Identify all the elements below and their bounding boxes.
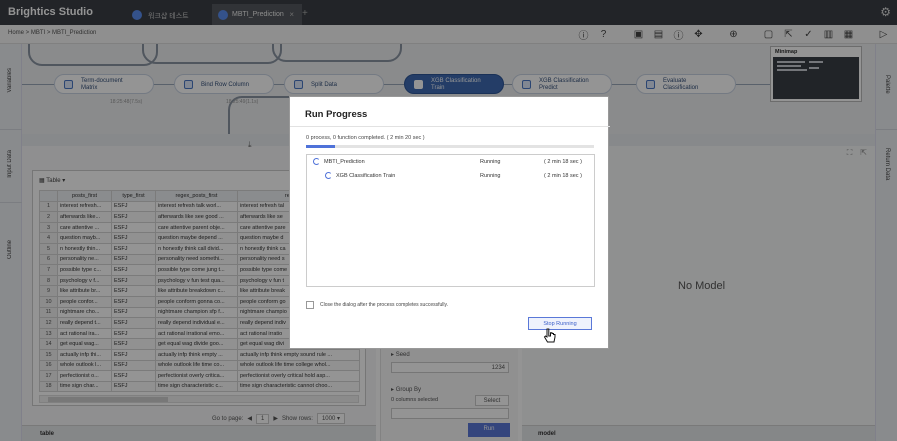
- run-progress-dialog: Run Progress 0 process, 0 function compl…: [289, 96, 610, 349]
- process-time: ( 2 min 18 sec ): [544, 173, 582, 179]
- stop-running-button[interactable]: Stop Running: [528, 317, 592, 330]
- dialog-title: Run Progress: [305, 109, 368, 120]
- close-on-complete-label: Close the dialog after the process compl…: [320, 302, 449, 308]
- process-row: XGB Classification Train Running ( 2 min…: [307, 170, 594, 183]
- process-name: XGB Classification Train: [336, 173, 396, 179]
- progress-fill: [306, 145, 335, 148]
- cursor-icon: [543, 328, 556, 343]
- process-list: MBTI_Prediction Running ( 2 min 18 sec )…: [306, 154, 595, 287]
- process-row: MBTI_Prediction Running ( 2 min 18 sec ): [307, 156, 594, 169]
- process-status: Running: [480, 159, 501, 165]
- progress-status-text: 0 process, 0 function completed. ( 2 min…: [306, 135, 425, 141]
- spinner-icon: [325, 172, 332, 179]
- close-on-complete-checkbox[interactable]: [306, 301, 314, 309]
- progress-bar: [306, 145, 594, 148]
- spinner-icon: [313, 158, 320, 165]
- process-time: ( 2 min 18 sec ): [544, 159, 582, 165]
- process-status: Running: [480, 173, 501, 179]
- process-name: MBTI_Prediction: [324, 159, 365, 165]
